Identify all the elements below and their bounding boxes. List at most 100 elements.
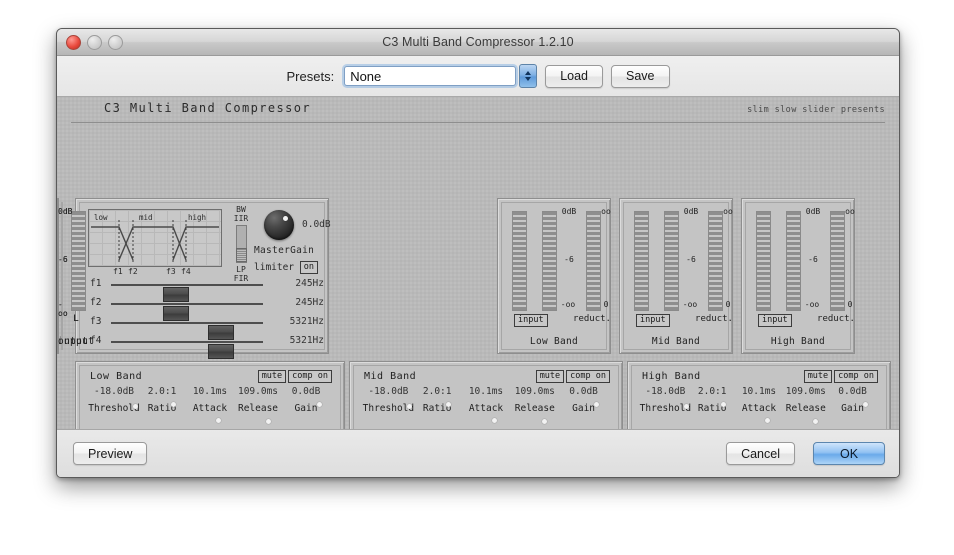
crossover-slider-f4[interactable]: f45321Hz [76,332,328,350]
mute-toggle[interactable]: mute [536,370,564,383]
crossover-slider-value: 245Hz [272,297,324,308]
crossover-slider-value: 245Hz [272,278,324,289]
mute-toggle[interactable]: mute [258,370,286,383]
reduction-scale-bottom: 0 [843,300,857,309]
band-input-toggle[interactable]: input [636,314,670,327]
reduction-scale-bottom: 0 [721,300,735,309]
crossover-slider-track[interactable] [111,341,263,343]
meter-panel-low: 0dB-6-oooo0inputreduct.Low Band [497,198,611,354]
plugin-title: C3 Multi Band Compressor [104,101,311,115]
knob-cell: 109.0msRelease [507,386,563,414]
limiter-toggle[interactable]: on [300,261,318,274]
meter-bar-input-right [542,211,557,311]
knob-indicator [317,402,322,407]
knob-label: Gain [825,403,881,414]
close-button[interactable] [66,35,81,50]
meter-scale-mid: -6 [556,255,582,264]
filter-type-fader[interactable] [236,225,247,263]
meter-scale-bottom: -oo [676,300,704,309]
knob-value: 10.1ms [458,386,514,398]
knob-label: Gain [278,403,334,414]
meter-bar-input-left [512,211,527,311]
meter-bar-reduction [586,211,601,311]
plugin-window: C3 Multi Band Compressor 1.2.10 Presets:… [56,28,900,478]
window-titlebar: C3 Multi Band Compressor 1.2.10 [57,29,899,56]
band-title: Low Band [90,371,142,382]
band-toggles: mutecomp on [534,370,610,383]
crossover-graph[interactable]: low mid high [88,209,222,267]
header-divider [71,122,885,123]
knob-value: 2.0:1 [409,386,465,398]
band-title: High Band [642,371,701,382]
knob-cell: -18.0dBThreshold [360,386,416,414]
band-input-toggle[interactable]: input [758,314,792,327]
meter-bar-input-left [634,211,649,311]
master-gain-indicator [283,216,288,221]
crossover-slider-track[interactable] [111,284,263,286]
crossover-slider-track[interactable] [111,303,263,305]
meter-channel-left: L [68,314,84,324]
knob-cell: 0.0dB Gain [278,386,334,414]
knob-label: Attack [458,403,514,414]
meter-scale-top: 0dB [800,207,826,216]
knob-cell: 0.0dBGain [825,386,881,414]
knob-label: Release [507,403,563,414]
zoom-button[interactable] [108,35,123,50]
preset-stepper-icon[interactable] [519,64,537,88]
band-input-toggle[interactable]: input [514,314,548,327]
meter-scale-top: 0dB [556,207,582,216]
knob-label: Ratio [409,403,465,414]
meter-bar-input-left [756,211,771,311]
filter-type-fader-handle[interactable] [236,248,247,262]
minimize-button[interactable] [87,35,102,50]
meter-panel-title: Low Band [498,336,610,347]
crossover-slider-track[interactable] [111,322,263,324]
graph-label-low: low [94,213,108,222]
band-toggles: mutecomp on [802,370,878,383]
cancel-button[interactable]: Cancel [726,442,795,465]
master-gain-knob[interactable] [264,210,294,240]
meter-panel-mid: 0dB-6-oooo0inputreduct.Mid Band [619,198,733,354]
plugin-header: C3 Multi Band Compressor slim slow slide… [57,97,899,123]
filter-type-selector[interactable]: BW IIR LP FIR [228,205,254,283]
crossover-slider-f3[interactable]: f35321Hz [76,313,328,331]
meter-scale-top: 0dB [678,207,704,216]
mute-toggle[interactable]: mute [804,370,832,383]
crossover-slider-f2[interactable]: f2 245Hz [76,294,328,312]
panel-bevel [61,202,63,350]
filter-label-iir: IIR [228,214,254,223]
load-button[interactable]: Load [545,65,603,88]
crossover-slider-handle[interactable] [208,344,234,359]
screenshot-stage: C3 Multi Band Compressor 1.2.10 Presets:… [0,0,954,555]
graph-label-high: high [188,213,206,222]
meter-scale-bottom: -oo [554,300,582,309]
meter-scale-bottom: -oo [798,300,826,309]
crossover-slider-f1[interactable]: f1245Hz [76,275,328,293]
meter-panel-high: 0dB-6-oooo0inputreduct.High Band [741,198,855,354]
meter-bar-reduction [708,211,723,311]
knob-label: Gain [556,403,612,414]
dialog-footer: Preview Cancel OK [57,429,899,477]
preset-combo[interactable]: None [344,64,537,88]
window-controls [66,35,123,50]
knob-cell: 10.1ms Attack [458,386,514,414]
filter-label-lp: LP [228,265,254,274]
comp-on-toggle[interactable]: comp on [834,370,878,383]
comp-on-toggle[interactable]: comp on [288,370,332,383]
limiter-label: limiter [254,262,294,273]
reduction-scale-top: oo [599,207,613,216]
knob-value: 0.0dB [278,386,334,398]
crossover-slider-value: 5321Hz [272,335,324,346]
meter-bar-input-right [786,211,801,311]
crossover-panel: low mid high f1 f2 f3 f4 BW IIR LP FIR [75,198,329,354]
crossover-slider-name: f2 [90,297,101,308]
preset-input[interactable]: None [344,66,516,86]
master-gain-label: MasterGain [254,245,314,256]
comp-on-toggle[interactable]: comp on [566,370,610,383]
meter-panel-title: High Band [742,336,854,347]
ok-button[interactable]: OK [813,442,885,465]
save-button[interactable]: Save [611,65,670,88]
knob-cell: 0.0dBGain [556,386,612,414]
preview-button[interactable]: Preview [73,442,147,465]
meter-bar-left [71,211,86,311]
